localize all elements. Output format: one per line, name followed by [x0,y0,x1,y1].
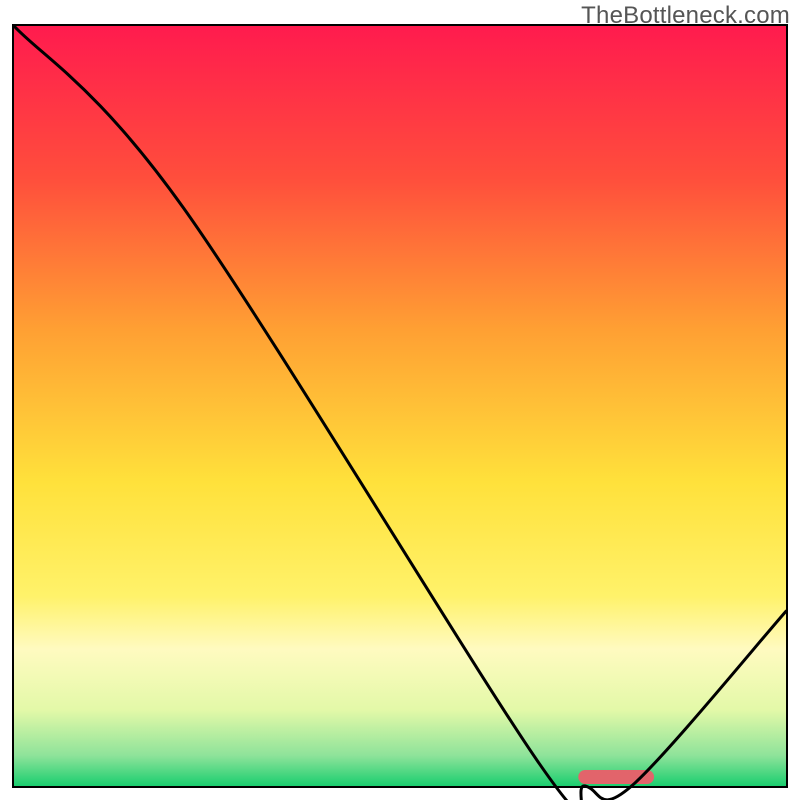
chart-stage: TheBottleneck.com [0,0,800,800]
plot-frame [12,24,788,788]
chart-svg [14,26,786,786]
plot-area [14,26,786,786]
